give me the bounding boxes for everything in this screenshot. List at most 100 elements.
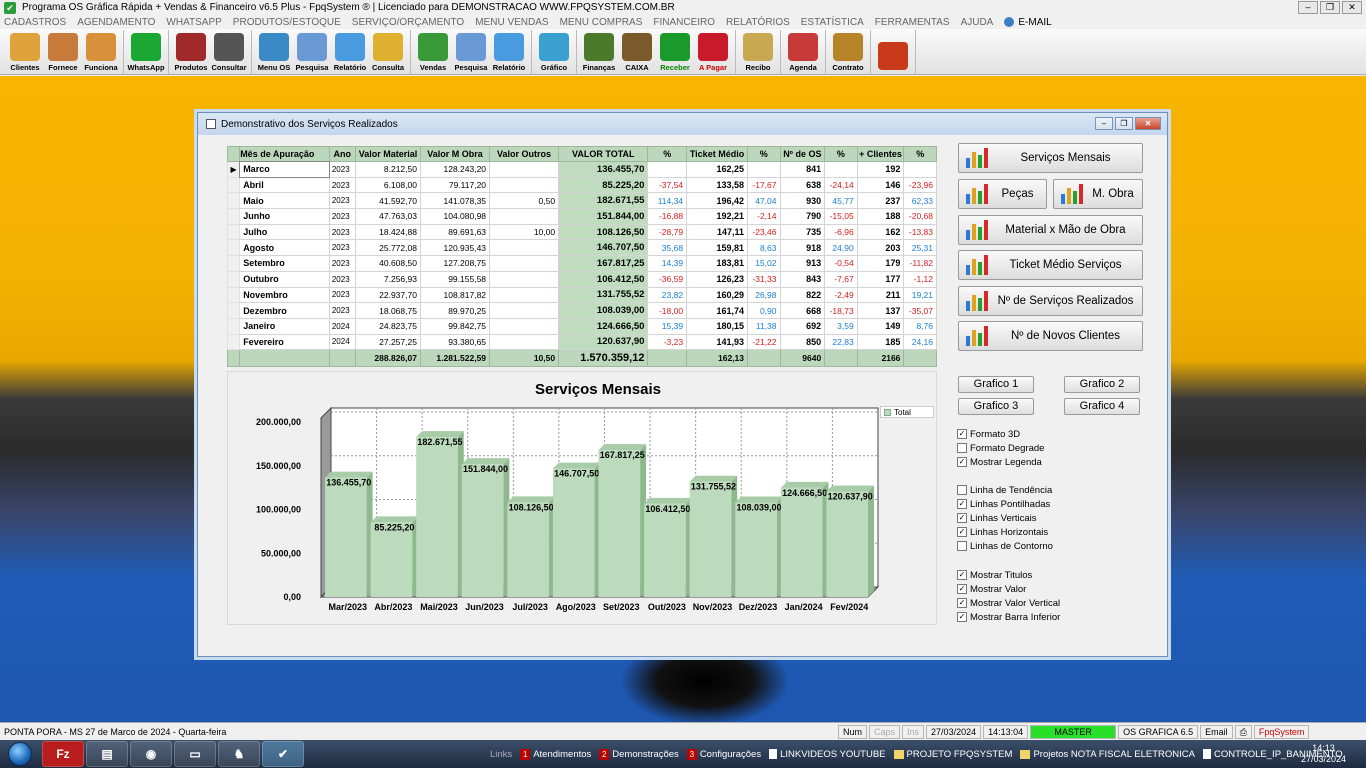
menu-ajuda[interactable]: AJUDA xyxy=(961,17,994,28)
toolbar-button-gr-fico[interactable]: Gráfico xyxy=(535,30,573,74)
checkbox-checked-icon[interactable]: ✓ xyxy=(957,570,967,580)
table-row[interactable]: Junho 2023 47.763,03 104.080,98 151.844,00 -1… xyxy=(226,208,937,225)
toolbar-button-fornece[interactable]: Fornece xyxy=(44,30,82,74)
option-checkbox[interactable]: ✓ Mostrar Legenda xyxy=(957,456,1042,468)
checkbox-checked-icon[interactable]: ✓ xyxy=(957,513,967,523)
table-row[interactable]: Maio 2023 41.592,70 141.078,35 0,50 182.671,5… xyxy=(226,192,937,210)
toolbar-button-funciona[interactable]: Funciona xyxy=(82,30,120,74)
pecas-button[interactable]: Peças xyxy=(958,179,1047,209)
taskbar-filezilla-icon[interactable]: Fz xyxy=(42,741,84,767)
option-checkbox[interactable]: Formato Degrade xyxy=(957,442,1044,454)
taskbar-link[interactable]: LINKVIDEOS YOUTUBE xyxy=(769,749,886,760)
material-mao-obra-button[interactable]: Material x Mão de Obra xyxy=(958,215,1143,245)
checkbox-checked-icon[interactable]: ✓ xyxy=(957,584,967,594)
mao-obra-button[interactable]: M. Obra xyxy=(1053,179,1143,209)
checkbox-checked-icon[interactable]: ✓ xyxy=(957,457,967,467)
taskbar-fpqsystem-icon[interactable]: ✔ xyxy=(262,741,304,767)
servicos-mensais-button[interactable]: Serviços Mensais xyxy=(958,143,1143,173)
taskbar-files-icon[interactable]: ▭ xyxy=(174,741,216,767)
column-header[interactable]: Valor Material xyxy=(354,146,421,162)
status-brand[interactable]: FpqSystem xyxy=(1253,724,1310,739)
table-row[interactable]: Agosto 2023 25.772,08 120.935,43 146.707,50 3… xyxy=(226,239,937,257)
option-checkbox[interactable]: ✓ Linhas Verticais xyxy=(957,512,1037,524)
checkbox-checked-icon[interactable]: ✓ xyxy=(957,429,967,439)
column-header[interactable]: % xyxy=(647,146,688,162)
table-row[interactable]: Setembro 2023 40.608,50 127.208,75 167.817,2… xyxy=(226,255,937,272)
toolbar-button-agenda[interactable]: Agenda xyxy=(784,30,822,74)
taskbar-clock[interactable]: 14:13 27/03/2024 xyxy=(1301,743,1346,765)
option-checkbox[interactable]: ✓ Formato 3D xyxy=(957,428,1020,440)
column-header[interactable]: + Clientes xyxy=(856,146,905,162)
toolbar-button-whatsapp[interactable]: WhatsApp xyxy=(127,30,165,74)
column-header[interactable]: Ano xyxy=(328,146,356,162)
checkbox-unchecked-icon[interactable] xyxy=(957,485,967,495)
checkbox-checked-icon[interactable]: ✓ xyxy=(957,527,967,537)
menu-cadastros[interactable]: CADASTROS xyxy=(4,17,66,28)
menu-whatsapp[interactable]: WHATSAPP xyxy=(166,17,221,28)
menu-produtos-estoque[interactable]: PRODUTOS/ESTOQUE xyxy=(233,17,341,28)
menu-compras[interactable]: MENU COMPRAS xyxy=(560,17,643,28)
grafico-1-button[interactable]: Grafico 1 xyxy=(958,376,1034,393)
taskbar-link[interactable]: PROJETO FPQSYSTEM xyxy=(893,749,1012,760)
toolbar-button-caixa[interactable]: CAIXA xyxy=(618,30,656,74)
minimize-button[interactable]: ‒ xyxy=(1298,1,1318,14)
taskbar-link[interactable]: 2 Demonstrações xyxy=(599,748,679,760)
table-row[interactable]: Dezembro 2023 18.068,75 89.970,25 108.039,00… xyxy=(226,302,937,319)
grafico-2-button[interactable]: Grafico 2 xyxy=(1064,376,1140,393)
column-header[interactable]: Mês de Apuração xyxy=(239,146,330,162)
menu-estatistica[interactable]: ESTATÍSTICA xyxy=(801,17,864,28)
taskbar-explorer-icon[interactable]: ▤ xyxy=(86,741,128,767)
toolbar-button-receber[interactable]: Receber xyxy=(656,30,694,74)
table-row[interactable]: Fevereiro 2024 27.257,25 93.380,65 120.637,9… xyxy=(226,333,937,351)
toolbar-button-consulta[interactable]: Consulta xyxy=(369,30,407,74)
dialog-minimize-button[interactable]: ‒ xyxy=(1095,117,1113,130)
taskbar-game-icon[interactable]: ♞ xyxy=(218,741,260,767)
table-row[interactable]: Julho 2023 18.424,88 89.691,63 10,00 108.126,… xyxy=(226,223,937,241)
option-checkbox[interactable]: ✓ Linhas Pontilhadas xyxy=(957,498,1050,510)
table-row[interactable]: Abril 2023 6.108,00 79.117,20 85.225,20 -37,5… xyxy=(226,176,937,194)
table-row[interactable]: Janeiro 2024 24.823,75 99.842,75 124.666,50 1… xyxy=(226,317,937,335)
toolbar-button-contrato[interactable]: Contrato xyxy=(829,30,867,74)
menu-email[interactable]: E-MAIL xyxy=(1004,17,1052,28)
toolbar-button-finan-as[interactable]: Finanças xyxy=(580,30,618,74)
column-header[interactable]: % xyxy=(747,146,781,162)
restore-button[interactable]: ❐ xyxy=(1320,1,1340,14)
toolbar-button-menu-os[interactable]: Menu OS xyxy=(255,30,293,74)
table-row[interactable]: ▶ Marco 2023 8.212,50 128.243,20 136.455,70 16… xyxy=(226,160,937,179)
checkbox-checked-icon[interactable]: ✓ xyxy=(957,612,967,622)
dialog-close-button[interactable]: ✕ xyxy=(1135,117,1161,130)
num-servicos-button[interactable]: Nº de Serviços Realizados xyxy=(958,286,1143,316)
column-header[interactable]: Ticket Médio xyxy=(686,146,748,162)
checkbox-checked-icon[interactable]: ✓ xyxy=(957,499,967,509)
column-header[interactable]: VALOR TOTAL xyxy=(558,146,649,162)
toolbar-button-produtos[interactable]: Produtos xyxy=(172,30,210,74)
menu-financeiro[interactable]: FINANCEIRO xyxy=(653,17,715,28)
taskbar-link[interactable]: 3 Configurações xyxy=(686,748,761,760)
status-email-button[interactable]: Email xyxy=(1200,724,1233,739)
taskbar-link[interactable]: 1 Atendimentos xyxy=(520,748,591,760)
close-button[interactable]: ✕ xyxy=(1342,1,1362,14)
menu-ferramentas[interactable]: FERRAMENTAS xyxy=(875,17,950,28)
option-checkbox[interactable]: ✓ Mostrar Barra Inferior xyxy=(957,611,1060,623)
taskbar-chrome-icon[interactable]: ◉ xyxy=(130,741,172,767)
column-header[interactable]: Valor M Obra xyxy=(419,146,491,162)
toolbar-button-pesquisa[interactable]: Pesquisa xyxy=(452,30,490,74)
menu-servico-orcamento[interactable]: SERVIÇO/ORÇAMENTO xyxy=(352,17,464,28)
option-checkbox[interactable]: Linha de Tendência xyxy=(957,484,1052,496)
menu-vendas[interactable]: MENU VENDAS xyxy=(475,17,548,28)
checkbox-unchecked-icon[interactable] xyxy=(957,443,967,453)
toolbar-button-relat-rio[interactable]: Relatório xyxy=(331,30,369,74)
column-header[interactable]: % xyxy=(903,146,937,162)
toolbar-button-clientes[interactable]: Clientes xyxy=(6,30,44,74)
column-header[interactable]: Valor Outros xyxy=(489,146,560,162)
column-header[interactable]: % xyxy=(824,146,858,162)
toolbar-button-vendas[interactable]: Vendas xyxy=(414,30,452,74)
toolbar-button-exit[interactable] xyxy=(874,30,912,74)
checkbox-unchecked-icon[interactable] xyxy=(957,541,967,551)
menu-relatorios[interactable]: RELATÓRIOS xyxy=(726,17,790,28)
ticket-medio-button[interactable]: Ticket Médio Serviços xyxy=(958,250,1143,280)
column-header[interactable]: Nº de OS xyxy=(779,146,826,162)
table-row[interactable]: Outubro 2023 7.256,93 99.155,58 106.412,50 -3… xyxy=(226,270,937,288)
menu-agendamento[interactable]: AGENDAMENTO xyxy=(77,17,155,28)
toolbar-button-consultar[interactable]: Consultar xyxy=(210,30,248,74)
